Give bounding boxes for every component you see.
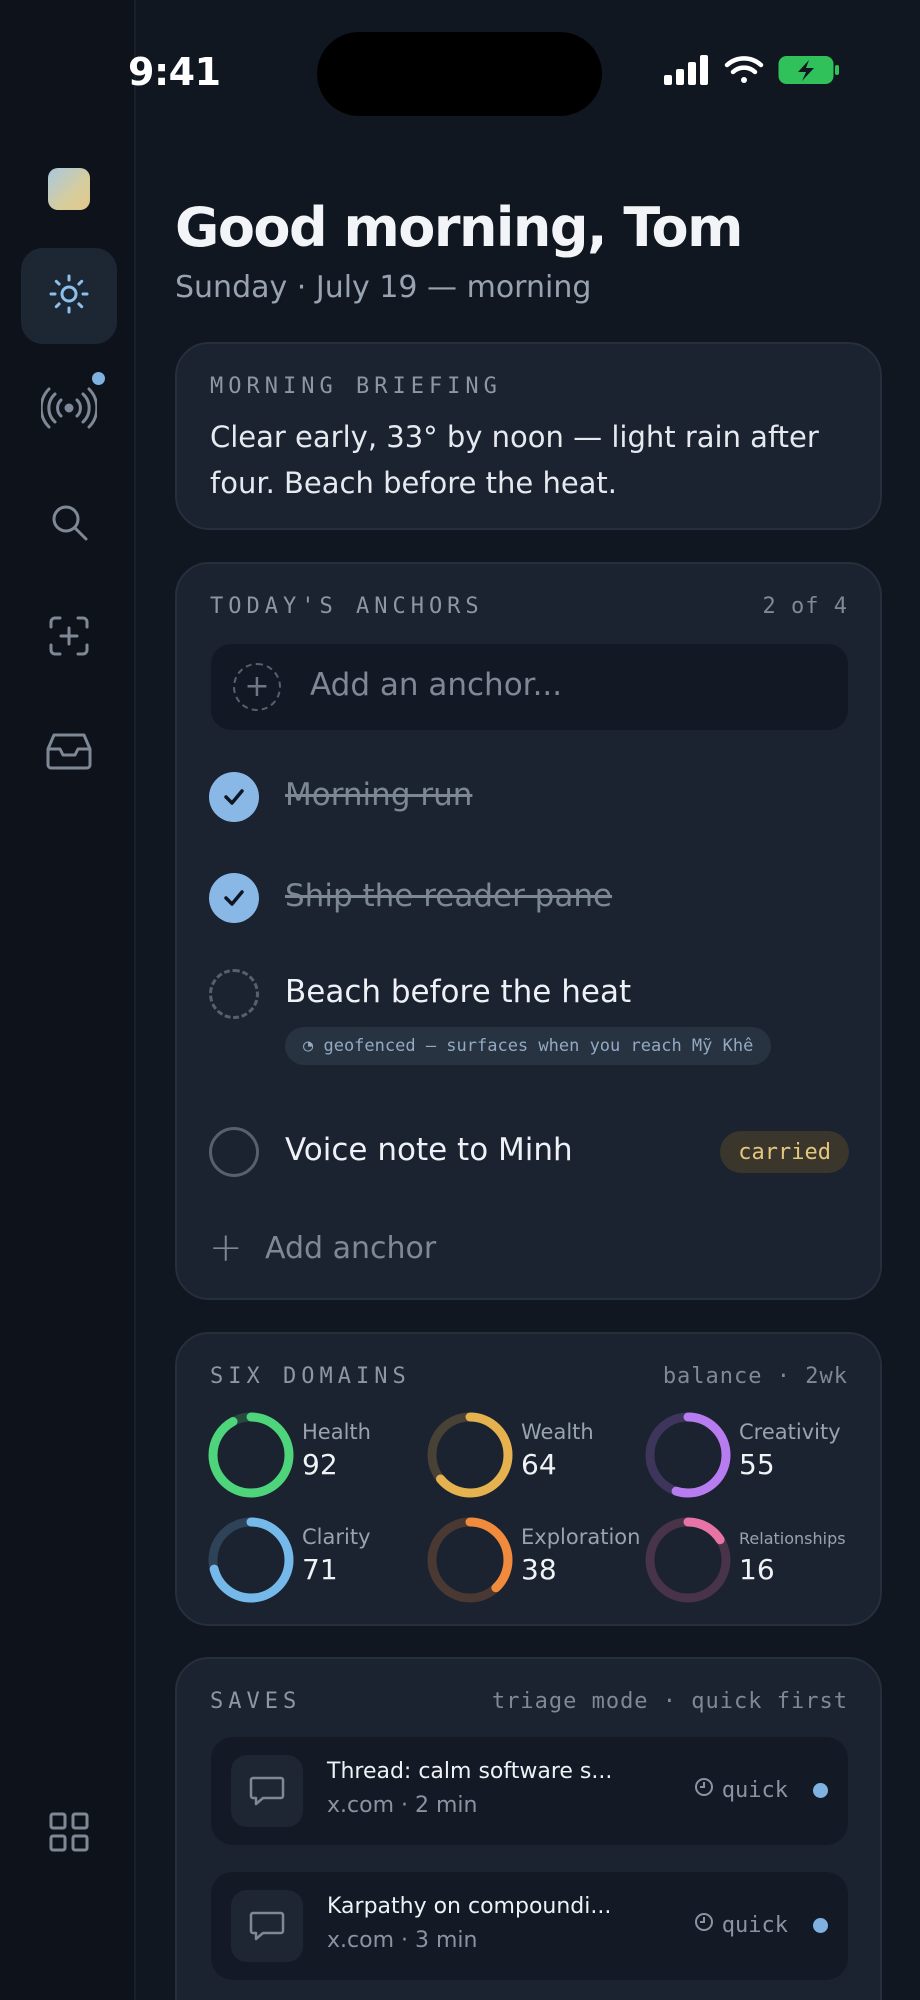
anchor-label: Voice note to Minh — [285, 1132, 573, 1168]
chat-bubble-icon — [231, 1755, 303, 1827]
dynamic-island — [317, 32, 602, 116]
domain-health[interactable]: Health 92 — [204, 1408, 424, 1502]
save-source: x.com · 2 min — [327, 1793, 478, 1818]
wifi-icon — [724, 55, 764, 89]
domain-value: 92 — [302, 1448, 338, 1481]
clock-icon — [694, 1777, 714, 1803]
save-title: Thread: calm software s... — [327, 1759, 613, 1784]
quick-tag: quick — [694, 1777, 788, 1803]
domain-name: Creativity — [739, 1420, 841, 1444]
sidebar-item-capture[interactable] — [21, 590, 117, 686]
page-title: Good morning, Tom — [175, 196, 743, 259]
briefing-label: MORNING BRIEFING — [210, 374, 502, 399]
saves-meta: triage mode · quick first — [491, 1689, 848, 1714]
domain-name: Relationships — [739, 1529, 846, 1548]
anchors-card: TODAY'S ANCHORS 2 of 4 + Add an anchor..… — [175, 562, 882, 1300]
progress-ring-icon — [427, 1517, 513, 1603]
domain-value: 16 — [739, 1553, 775, 1586]
domain-name: Clarity — [302, 1525, 371, 1549]
domains-label: SIX DOMAINS — [210, 1364, 411, 1389]
date-subtitle: Sunday · July 19 — morning — [175, 270, 592, 305]
status-bar: 9:41 — [0, 0, 920, 150]
status-time: 9:41 — [128, 50, 221, 94]
saves-label: SAVES — [210, 1689, 302, 1714]
add-anchor-button[interactable]: + Add anchor — [209, 1228, 436, 1268]
progress-ring-icon — [645, 1517, 731, 1603]
inbox-icon — [44, 731, 94, 775]
anchor-label: Morning run — [285, 777, 473, 813]
saves-card: SAVES triage mode · quick first Thread: … — [175, 1657, 882, 2000]
sidebar — [0, 0, 136, 2000]
add-frame-icon — [47, 614, 91, 662]
domains-meta: balance · 2wk — [662, 1364, 848, 1389]
progress-ring-icon — [427, 1412, 513, 1498]
checkbox-empty[interactable] — [209, 1127, 259, 1177]
domain-exploration[interactable]: Exploration 38 — [423, 1513, 643, 1607]
plus-icon: + — [209, 1225, 243, 1271]
grid-icon — [49, 1812, 89, 1856]
sidebar-item-today[interactable] — [21, 248, 117, 344]
notification-dot — [92, 372, 105, 385]
anchor-input-placeholder: Add an anchor... — [310, 667, 563, 703]
cellular-signal-icon — [664, 55, 710, 89]
quick-label: quick — [721, 1912, 788, 1938]
sidebar-item-search[interactable] — [21, 476, 117, 572]
quick-tag: quick — [694, 1912, 788, 1938]
sidebar-item-inbox[interactable] — [21, 705, 117, 801]
sidebar-item-apps[interactable] — [21, 1786, 117, 1882]
add-anchor-input[interactable]: + Add an anchor... — [211, 644, 848, 730]
chat-bubble-icon — [231, 1890, 303, 1962]
carried-badge: carried — [720, 1131, 849, 1173]
domain-name: Health — [302, 1420, 371, 1444]
domain-value: 64 — [521, 1448, 557, 1481]
app-logo[interactable] — [48, 168, 90, 210]
save-title: Karpathy on compoundi... — [327, 1894, 612, 1919]
domain-creativity[interactable]: Creativity 55 — [641, 1408, 861, 1502]
progress-ring-icon — [208, 1517, 294, 1603]
clock-icon — [694, 1912, 714, 1938]
domain-clarity[interactable]: Clarity 71 — [204, 1513, 424, 1607]
unread-dot — [813, 1918, 828, 1933]
anchor-label: Ship the reader pane — [285, 878, 613, 914]
checkbox-checked[interactable] — [209, 873, 259, 923]
save-item[interactable]: Thread: calm software s... x.com · 2 min… — [211, 1737, 848, 1845]
geofence-tag: ◔ geofenced — surfaces when you reach Mỹ… — [285, 1027, 772, 1065]
progress-ring-icon — [645, 1412, 731, 1498]
domain-name: Exploration — [521, 1525, 641, 1549]
progress-ring-icon — [208, 1412, 294, 1498]
unread-dot — [813, 1783, 828, 1798]
anchors-label: TODAY'S ANCHORS — [210, 594, 484, 619]
anchor-label: Beach before the heat — [285, 974, 632, 1010]
domain-wealth[interactable]: Wealth 64 — [423, 1408, 643, 1502]
save-item[interactable]: Karpathy on compoundi... x.com · 3 min q… — [211, 1872, 848, 1980]
sun-icon — [47, 272, 91, 320]
status-icons — [664, 55, 840, 89]
anchors-count: 2 of 4 — [762, 594, 848, 619]
briefing-text: Clear early, 33° by noon — light rain af… — [210, 420, 819, 500]
save-source: x.com · 3 min — [327, 1928, 478, 1953]
morning-briefing-card[interactable]: MORNING BRIEFING Clear early, 33° by noo… — [175, 342, 882, 530]
domain-name: Wealth — [521, 1420, 594, 1444]
six-domains-card: SIX DOMAINS balance · 2wk Health 92 Wealth… — [175, 1332, 882, 1626]
quick-label: quick — [721, 1777, 788, 1803]
domain-relationships[interactable]: Relationships 16 — [641, 1513, 861, 1607]
sidebar-item-signals[interactable] — [21, 362, 117, 458]
add-anchor-label: Add anchor — [265, 1230, 437, 1266]
battery-icon — [778, 55, 840, 89]
plus-circle-icon: + — [233, 663, 281, 711]
checkbox-checked[interactable] — [209, 772, 259, 822]
domain-value: 38 — [521, 1553, 557, 1586]
broadcast-icon — [39, 386, 99, 434]
domain-value: 55 — [739, 1448, 775, 1481]
domain-value: 71 — [302, 1553, 338, 1586]
search-icon — [47, 500, 91, 548]
checkbox-pending[interactable] — [209, 969, 259, 1019]
